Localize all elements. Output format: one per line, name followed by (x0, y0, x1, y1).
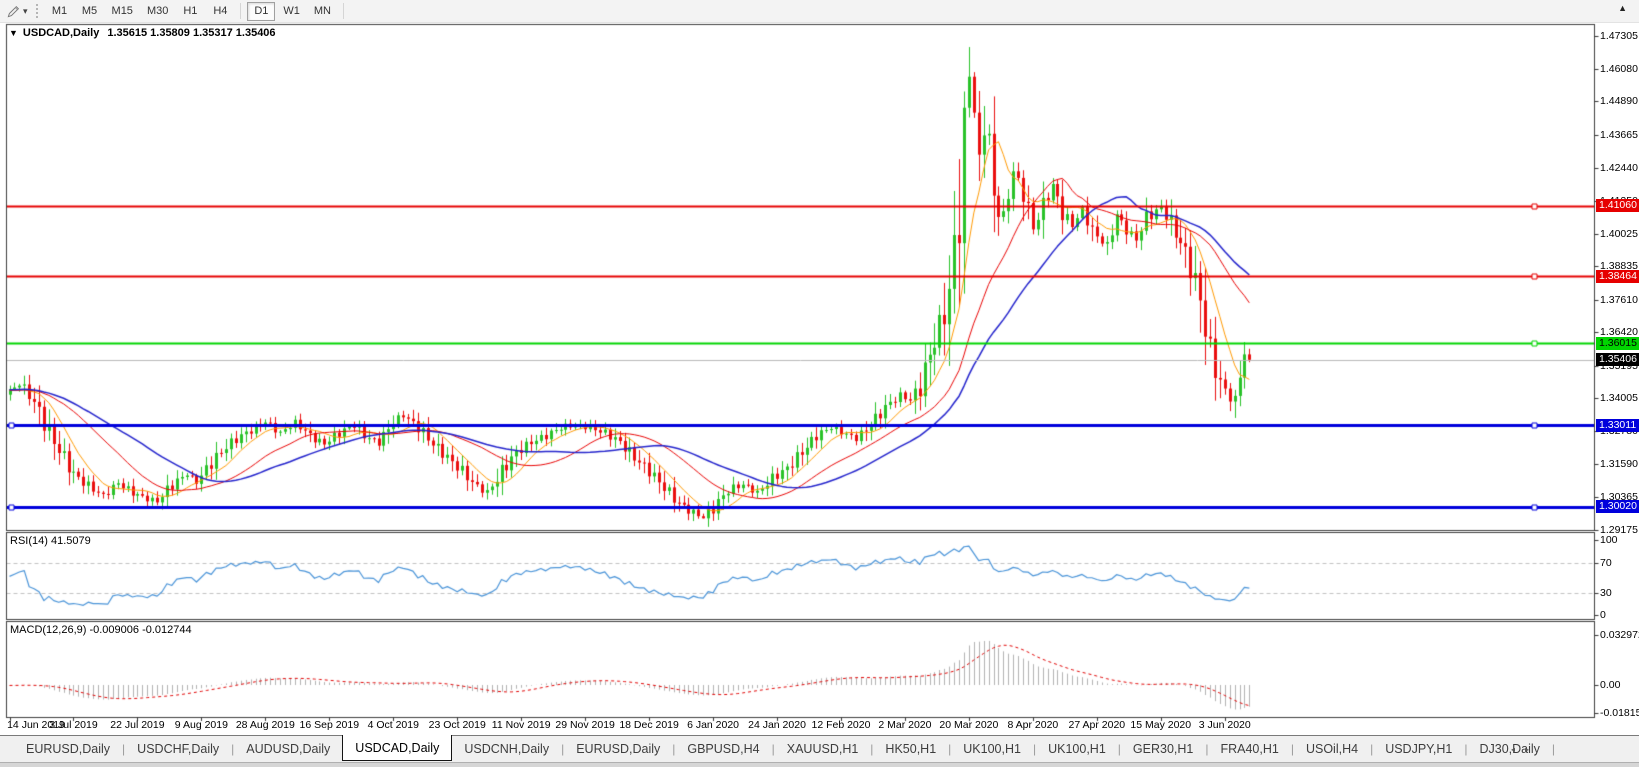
rsi-indicator-label: RSI(14) 41.5079 (10, 535, 91, 547)
timeframe-button-m30[interactable]: M30 (141, 2, 174, 21)
price-axis-tick: 1.46080 (1600, 63, 1638, 75)
chart-ohlc-values: 1.35615 1.35809 1.35317 1.35406 (107, 27, 275, 39)
date-axis-label: 11 Nov 2019 (492, 719, 551, 731)
toolbar-separator (343, 3, 344, 19)
chart-tabs-group: EURUSD,Daily|USDCHF,Daily|AUDUSD,DailyUS… (14, 737, 1555, 761)
chart-tab-eurusd-daily[interactable]: EURUSD,Daily (14, 738, 122, 760)
tab-scroll-left-icon[interactable]: ◂ (1511, 745, 1525, 754)
timeframe-toolbar: ▾ M1M5M15M30H1H4 D1W1MN ▲ (0, 0, 1639, 23)
price-axis-tick: 1.44890 (1600, 95, 1638, 107)
price-axis-tick: 1.31590 (1600, 458, 1638, 470)
timeframe-button-m15[interactable]: M15 (106, 2, 139, 21)
hline-price-badge: 1.38464 (1596, 270, 1639, 283)
toolbar-separator (240, 3, 241, 19)
chart-tab-ger30-h1[interactable]: GER30,H1 (1121, 738, 1205, 760)
tool-dropdown-caret[interactable]: ▾ (23, 6, 28, 17)
chart-tab-usoil-h4[interactable]: USOil,H4 (1294, 738, 1370, 760)
date-axis-label: 8 Apr 2020 (1007, 719, 1058, 731)
pencil-icon-glyph (6, 4, 21, 19)
chart-tab-usdcnh-daily[interactable]: USDCNH,Daily (452, 738, 561, 760)
chart-tab-gbpusd-h4[interactable]: GBPUSD,H4 (675, 738, 771, 760)
hline-price-badge: 1.30020 (1596, 500, 1639, 513)
price-axis-tick: 1.34005 (1600, 392, 1638, 404)
timeframe-button-m1[interactable]: M1 (46, 2, 74, 21)
date-axis-label: 28 Aug 2019 (236, 719, 295, 731)
timeframe-button-mn[interactable]: MN (308, 2, 337, 21)
chart-tab-bar: EURUSD,Daily|USDCHF,Daily|AUDUSD,DailyUS… (0, 735, 1639, 762)
date-axis-label: 12 Feb 2020 (811, 719, 870, 731)
macd-axis-tick: 0.00 (1600, 679, 1620, 691)
date-axis-label: 23 Oct 2019 (429, 719, 486, 731)
chart-tab-uk100-h1[interactable]: UK100,H1 (951, 738, 1033, 760)
current-price-badge: 1.35406 (1596, 353, 1639, 366)
rsi-axis-tick: 0 (1600, 609, 1606, 621)
date-axis-label: 9 Aug 2019 (175, 719, 228, 731)
date-axis-label: 4 Oct 2019 (368, 719, 419, 731)
macd-indicator-label: MACD(12,26,9) -0.009006 -0.012744 (10, 624, 192, 636)
toolbar-scroll-up-icon[interactable]: ▲ (1618, 3, 1627, 13)
tab-scroll-right-icon[interactable]: ▸ (1525, 745, 1539, 754)
timeframe-button-h4[interactable]: H4 (206, 2, 234, 21)
hline-price-badge: 1.33011 (1596, 419, 1639, 432)
date-axis-label: 18 Dec 2019 (619, 719, 679, 731)
timeframe-button-d1[interactable]: D1 (247, 2, 275, 21)
date-axis-label: 27 Apr 2020 (1068, 719, 1125, 731)
date-axis-label: 29 Nov 2019 (555, 719, 615, 731)
chart-tool-icon[interactable] (4, 2, 22, 20)
macd-axis-tick: -0.018154 (1600, 707, 1639, 719)
date-axis-label: 15 May 2020 (1130, 719, 1191, 731)
chart-tab-dj30-daily[interactable]: DJ30,Daily (1467, 738, 1551, 760)
date-axis-label: 20 Mar 2020 (939, 719, 998, 731)
price-chart-canvas[interactable] (0, 23, 1639, 723)
rsi-axis-tick: 100 (1600, 534, 1618, 546)
chart-title: ▼ USDCAD,Daily 1.35615 1.35809 1.35317 1.3… (9, 27, 276, 39)
rsi-axis-tick: 30 (1600, 587, 1612, 599)
tab-scroll-arrows: ◂▸ (1511, 745, 1539, 754)
collapse-icon[interactable]: ▼ (9, 28, 18, 38)
price-axis-tick: 1.47305 (1600, 30, 1638, 42)
chart-tab-hk50-h1[interactable]: HK50,H1 (873, 738, 948, 760)
macd-axis-tick: 0.032972 (1600, 629, 1639, 641)
toolbar-grip (35, 3, 39, 19)
date-axis-label: 16 Sep 2019 (300, 719, 360, 731)
chart-tab-uk100-h1[interactable]: UK100,H1 (1036, 738, 1118, 760)
date-axis-label: 3 Jun 2020 (1199, 719, 1251, 731)
date-axis-label: 22 Jul 2019 (110, 719, 164, 731)
price-axis-tick: 1.42440 (1600, 162, 1638, 174)
mt4-window: ▾ M1M5M15M30H1H4 D1W1MN ▲ ▼ USDCAD,Daily 1.… (0, 0, 1639, 767)
date-axis-label: 2 Mar 2020 (878, 719, 931, 731)
chart-tab-eurusd-daily[interactable]: EURUSD,Daily (564, 738, 672, 760)
timeframe-button-m5[interactable]: M5 (76, 2, 104, 21)
tab-separator: | (1552, 742, 1555, 756)
chart-tab-fra40-h1[interactable]: FRA40,H1 (1208, 738, 1290, 760)
hline-price-badge: 1.36015 (1596, 337, 1639, 350)
timeframe-buttons-group: M1M5M15M30H1H4 D1W1MN (45, 2, 349, 21)
rsi-axis-tick: 70 (1600, 557, 1612, 569)
chart-tab-audusd-daily[interactable]: AUDUSD,Daily (234, 738, 342, 760)
status-strip (0, 762, 1639, 767)
hline-price-badge: 1.41060 (1596, 199, 1639, 212)
chart-tab-xauusd-h1[interactable]: XAUUSD,H1 (775, 738, 871, 760)
chart-tab-usdcad-daily[interactable]: USDCAD,Daily (342, 735, 452, 761)
chart-symbol-period: USDCAD,Daily (23, 27, 99, 39)
chart-tab-usdjpy-h1[interactable]: USDJPY,H1 (1373, 738, 1464, 760)
price-axis-tick: 1.40025 (1600, 228, 1638, 240)
date-axis-label: 24 Jan 2020 (748, 719, 806, 731)
date-axis-label: 3 Jul 2019 (49, 719, 97, 731)
price-axis-tick: 1.43665 (1600, 129, 1638, 141)
date-axis-label: 6 Jan 2020 (687, 719, 739, 731)
price-axis-tick: 1.37610 (1600, 294, 1638, 306)
timeframe-button-h1[interactable]: H1 (176, 2, 204, 21)
chart-tab-usdchf-daily[interactable]: USDCHF,Daily (125, 738, 231, 760)
timeframe-button-w1[interactable]: W1 (277, 2, 306, 21)
